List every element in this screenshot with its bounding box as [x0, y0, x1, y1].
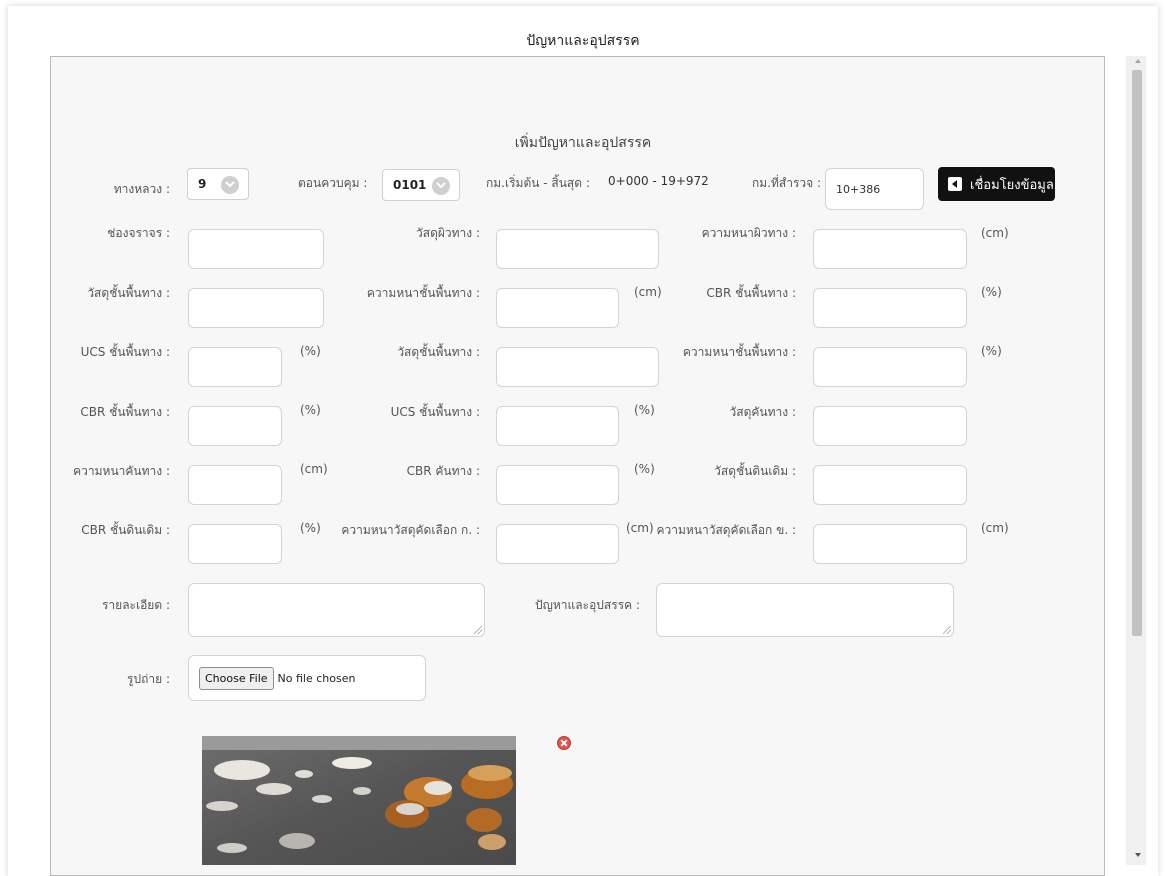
subbase-cbr-unit: (%) — [300, 403, 321, 417]
photo-file-input[interactable]: Choose File No file chosen — [188, 655, 426, 701]
shoulder-thickness-label: ความหนาคันทาง : — [73, 464, 170, 478]
base-ucs-unit: (%) — [300, 344, 321, 358]
subbase-thickness-input[interactable] — [813, 347, 967, 387]
km-range-value: 0+000 - 19+972 — [608, 174, 709, 188]
page-title: ปัญหาและอุปสรรค — [526, 33, 640, 49]
base-thickness-label: ความหนาชั้นพื้นทาง : — [366, 286, 480, 300]
km-range-label: กม.เริ่มต้น - สิ้นสุด : — [486, 176, 590, 190]
scrollbar[interactable] — [1126, 56, 1146, 865]
shoulder-thickness-input[interactable] — [188, 465, 282, 505]
surface-material-input[interactable] — [496, 229, 659, 269]
form-title: เพิ่มปัญหาและอุปสรรค — [514, 135, 652, 151]
subgrade-material-label: วัสดุชั้นดินเดิม : — [714, 464, 796, 478]
scroll-down-icon[interactable] — [1135, 853, 1141, 857]
link-data-label: เชื่อมโยงข้อมูล — [970, 177, 1054, 193]
subbase-cbr-input[interactable] — [188, 406, 282, 446]
selected-b-unit: (cm) — [981, 521, 1009, 535]
subbase-material-label: วัสดุชั้นพื้นทาง : — [397, 345, 480, 359]
surface-thickness-unit: (cm) — [981, 226, 1009, 240]
chevron-down-icon — [432, 177, 450, 195]
base-ucs-input[interactable] — [188, 347, 282, 387]
survey-km-label: กม.ที่สำรวจ : — [752, 176, 822, 190]
base-material-label: วัสดุชั้นพื้นทาง : — [87, 286, 170, 300]
lane-input[interactable] — [188, 229, 324, 269]
back-arrow-icon — [948, 177, 962, 191]
selected-b-input[interactable] — [813, 524, 967, 564]
subbase-cbr-label: CBR ชั้นพื้นทาง : — [80, 405, 170, 419]
resize-handle[interactable] — [943, 626, 951, 634]
shoulder-cbr-input[interactable] — [496, 465, 619, 505]
base-thickness-input[interactable] — [496, 288, 619, 328]
file-status: No file chosen — [277, 671, 356, 685]
base-cbr-label: CBR ชั้นพื้นทาง : — [706, 286, 796, 300]
problems-textarea[interactable] — [656, 583, 954, 637]
highway-label: ทางหลวง : — [113, 182, 170, 196]
surface-thickness-input[interactable] — [813, 229, 967, 269]
surface-material-label: วัสดุผิวทาง : — [416, 226, 480, 240]
subbase-ucs-input[interactable] — [496, 406, 619, 446]
base-cbr-input[interactable] — [813, 288, 967, 328]
selected-b-label: ความหนาวัสดุคัดเลือก ข. : — [656, 523, 796, 537]
subgrade-cbr-label: CBR ชั้นดินเดิม : — [81, 523, 170, 537]
resize-handle[interactable] — [474, 626, 482, 634]
control-label: ตอนควบคุม : — [298, 176, 368, 190]
subbase-thickness-unit: (%) — [981, 344, 1002, 358]
highway-select[interactable]: 9 — [187, 168, 249, 200]
scroll-up-icon[interactable] — [1135, 59, 1141, 63]
scrollbar-thumb[interactable] — [1132, 70, 1142, 636]
subbase-thickness-label: ความหนาชั้นพื้นทาง : — [682, 345, 796, 359]
shoulder-material-label: วัสดุคันทาง : — [729, 405, 796, 419]
chevron-down-icon — [221, 176, 239, 194]
lane-label: ช่องจราจร : — [107, 226, 170, 240]
shoulder-cbr-label: CBR คันทาง : — [406, 464, 480, 478]
selected-a-label: ความหนาวัสดุคัดเลือก ก. : — [341, 523, 480, 537]
surface-thickness-label: ความหนาผิวทาง : — [701, 226, 796, 240]
subbase-ucs-label: UCS ชั้นพื้นทาง : — [390, 405, 480, 419]
survey-km-input[interactable]: 10+386 — [825, 168, 924, 210]
problems-label: ปัญหาและอุปสรรค : — [535, 598, 640, 612]
control-value: 0101 — [393, 178, 427, 192]
selected-a-input[interactable] — [496, 524, 619, 564]
link-data-button[interactable]: เชื่อมโยงข้อมูล — [938, 167, 1055, 201]
choose-file-button[interactable]: Choose File — [199, 666, 274, 690]
photo-label: รูปถ่าย : — [127, 672, 170, 686]
base-ucs-label: UCS ชั้นพื้นทาง : — [80, 345, 170, 359]
control-select[interactable]: 0101 — [382, 169, 460, 201]
delete-icon[interactable] — [557, 736, 571, 750]
subgrade-material-input[interactable] — [813, 465, 967, 505]
base-cbr-unit: (%) — [981, 285, 1002, 299]
details-label: รายละเอียด : — [101, 598, 170, 612]
subgrade-cbr-input[interactable] — [188, 524, 282, 564]
shoulder-thickness-unit: (cm) — [300, 462, 328, 476]
pothole-photo — [202, 736, 516, 865]
shoulder-material-input[interactable] — [813, 406, 967, 446]
highway-value: 9 — [198, 177, 207, 191]
details-textarea[interactable] — [188, 583, 485, 637]
